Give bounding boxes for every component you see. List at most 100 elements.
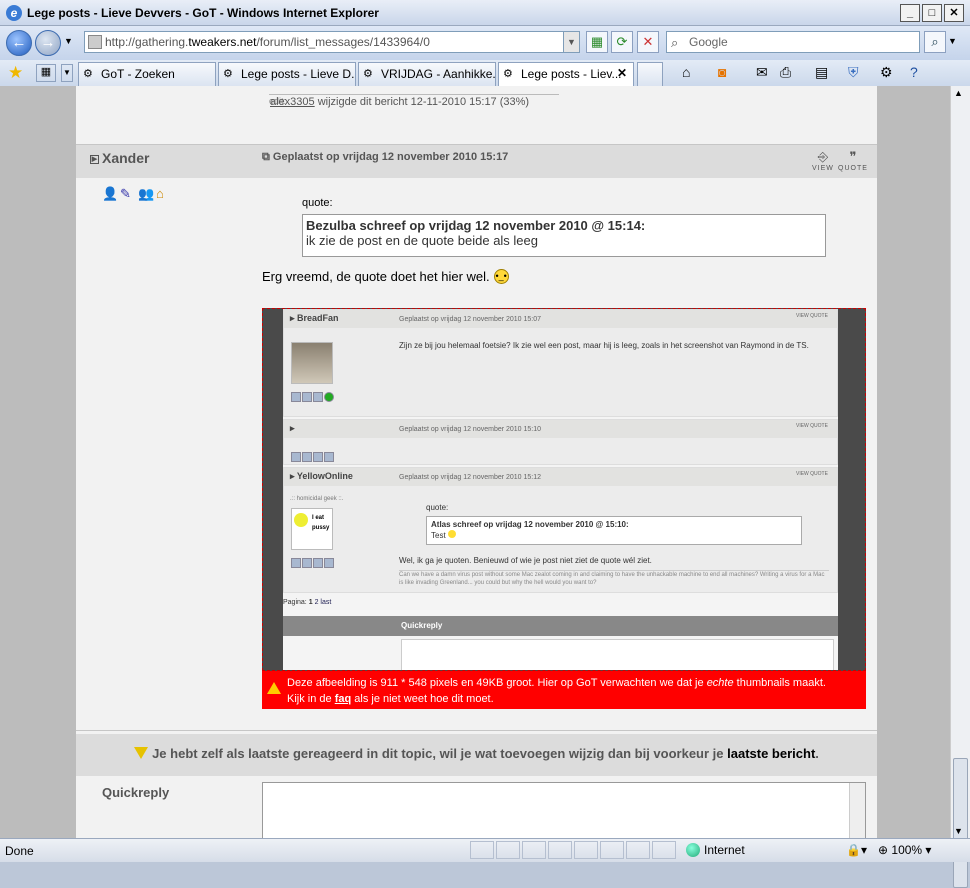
search-input[interactable]: ⌕ Google bbox=[666, 31, 920, 53]
embed-post-date: Geplaatst op vrijdag 12 november 2010 15… bbox=[399, 426, 542, 433]
warning-text-d: als je niet weet hoe dit moet. bbox=[351, 693, 494, 705]
page-icon bbox=[88, 35, 102, 49]
scroll-up-icon[interactable]: ▲ bbox=[954, 88, 963, 98]
message-icon[interactable]: ✎ bbox=[120, 186, 136, 202]
refresh-button[interactable]: ⟳ bbox=[611, 31, 633, 53]
search-options-icon[interactable]: ▼ bbox=[948, 36, 957, 46]
address-input[interactable]: http://gathering.tweakers.net/forum/list… bbox=[84, 31, 580, 53]
print-icon[interactable]: ⎙ bbox=[780, 64, 791, 81]
back-button[interactable]: ← bbox=[6, 30, 32, 56]
embed-tagline: .:: homicidal geek ::. bbox=[290, 496, 344, 502]
tools-icon[interactable]: ⚙ bbox=[880, 64, 893, 81]
embed-author: ▸ BreadFan bbox=[290, 313, 339, 323]
embed-post-body: Zijn ze bij jou helemaal foetsie? Ik zie… bbox=[399, 341, 809, 350]
profile-icon[interactable]: 👤 bbox=[102, 186, 118, 202]
faq-link[interactable]: faq bbox=[335, 693, 352, 705]
warning-emphasis: echte bbox=[706, 677, 734, 689]
buddy-icon[interactable]: 👥 bbox=[138, 186, 154, 202]
close-tab-icon[interactable]: ✕ bbox=[617, 66, 627, 80]
embed-quote-label: QUOTE bbox=[810, 313, 828, 319]
security-zone[interactable]: Internet bbox=[686, 843, 745, 857]
minimize-button[interactable]: _ bbox=[900, 4, 920, 22]
left-gutter bbox=[0, 86, 76, 838]
maximize-button[interactable]: □ bbox=[922, 4, 942, 22]
page-2: 2 bbox=[314, 599, 319, 606]
favorites-star-icon[interactable]: ★ bbox=[8, 63, 23, 83]
search-icon: ⌕ bbox=[671, 35, 679, 50]
quick-tabs-icon[interactable]: ▦ bbox=[36, 64, 56, 82]
avatar-text: I eat pussy bbox=[312, 515, 330, 531]
quickreply-textarea[interactable] bbox=[262, 782, 866, 838]
notice-warning-icon bbox=[134, 747, 149, 759]
tab-list-button[interactable]: ▼ bbox=[61, 64, 73, 82]
embed-post-body: Wel, ik ga je quoten. Benieuwd of wie je… bbox=[399, 556, 652, 565]
ie-logo-icon: e bbox=[6, 5, 22, 21]
last-post-link[interactable]: laatste bericht bbox=[727, 746, 815, 761]
post-date-text: Geplaatst op vrijdag 12 november 2010 15… bbox=[272, 151, 509, 163]
embed-view-quote: VIEW QUOTE bbox=[796, 424, 828, 429]
post-message: Erg vreemd, de quote doet het hier wel. •… bbox=[262, 269, 509, 284]
warning-text-c: Kijk in de bbox=[287, 693, 335, 705]
got-favicon-icon: ⚙ bbox=[363, 68, 373, 80]
page-scrollbar[interactable]: ▲ ▼ bbox=[950, 86, 970, 888]
home-icon[interactable]: ⌂ bbox=[682, 64, 690, 80]
page-menu-icon[interactable]: ▤ bbox=[815, 64, 828, 81]
rss-icon[interactable]: ◙ bbox=[718, 64, 726, 80]
tab-lege-posts-active[interactable]: ⚙ Lege posts - Liev... ✕ bbox=[498, 62, 634, 86]
embedded-screenshot[interactable]: ▸ BreadFan Geplaatst op vrijdag 12 novem… bbox=[262, 308, 866, 671]
read-mail-icon[interactable]: ✉ bbox=[756, 64, 768, 81]
embed-post-breadfan: ▸ BreadFan Geplaatst op vrijdag 12 novem… bbox=[283, 309, 838, 417]
embed-post-date: Geplaatst op vrijdag 12 november 2010 15… bbox=[399, 316, 542, 323]
scroll-down-icon[interactable]: ▼ bbox=[954, 826, 963, 836]
warning-line-1: Deze afbeelding is 911 * 548 pixels en 4… bbox=[287, 675, 866, 691]
tab-lege-posts-1[interactable]: ⚙ Lege posts - Lieve D... bbox=[218, 62, 356, 86]
embed-quickreply-area bbox=[401, 639, 834, 670]
scroll-thumb[interactable] bbox=[953, 758, 968, 888]
search-button[interactable]: ⌕ bbox=[924, 31, 946, 53]
quote-header: Bezulba schreef op vrijdag 12 november 2… bbox=[306, 218, 646, 233]
embed-author: ▸ YellowOnline bbox=[290, 471, 353, 481]
close-button[interactable]: ✕ bbox=[944, 4, 964, 22]
notice-text: Je hebt zelf als laatste gereageerd in d… bbox=[152, 746, 728, 761]
quote-button[interactable]: ❞ QUOTE bbox=[838, 149, 868, 172]
tab-bar: ★ ▦ ▼ ⚙ GoT - Zoeken ⚙ Lege posts - Lieve … bbox=[0, 60, 970, 86]
new-tab-button[interactable] bbox=[637, 62, 663, 86]
quote-icon: ❞ bbox=[849, 149, 857, 164]
url-path: /forum/list_messages/1433964/0 bbox=[256, 35, 430, 49]
homepage-icon[interactable]: ⌂ bbox=[156, 186, 172, 202]
url-prefix: http://gathering. bbox=[105, 35, 189, 49]
address-dropdown-button[interactable]: ▼ bbox=[563, 32, 579, 52]
tab-label: Lege posts - Liev... bbox=[521, 67, 622, 81]
embed-pagination: Pagina: 1 2 last bbox=[283, 597, 331, 608]
tab-got-zoeken[interactable]: ⚙ GoT - Zoeken bbox=[78, 62, 216, 86]
window-title-bar: e Lege posts - Lieve Devvers - GoT - Win… bbox=[0, 0, 970, 26]
embed-post-empty: ▸ Geplaatst op vrijdag 12 november 2010 … bbox=[283, 419, 838, 465]
embed-view-quote: VIEW QUOTE bbox=[796, 472, 828, 477]
quote-heading: quote: bbox=[302, 197, 333, 209]
forward-button[interactable]: → bbox=[35, 30, 61, 56]
view-button[interactable]: ⎆ VIEW bbox=[812, 149, 834, 172]
embed-author: ▸ bbox=[290, 423, 295, 433]
quote-body: ik zie de post en de quote beide als lee… bbox=[306, 233, 539, 248]
embed-view-label: VIEW bbox=[796, 423, 809, 429]
history-dropdown-icon[interactable]: ▼ bbox=[64, 36, 73, 46]
embed-post-yellowonline: ▸ YellowOnline Geplaatst op vrijdag 12 n… bbox=[283, 467, 838, 593]
textarea-scrollbar[interactable] bbox=[849, 783, 865, 838]
window-title: Lege posts - Lieve Devvers - GoT - Windo… bbox=[27, 6, 379, 20]
help-icon[interactable]: ? bbox=[910, 64, 918, 80]
warning-line-2: Kijk in de faq als je niet weet hoe dit … bbox=[287, 691, 866, 707]
post-author[interactable]: ▶ Xander bbox=[90, 150, 149, 166]
edit-user-link[interactable]: alex3305 bbox=[270, 96, 315, 108]
quote-box: Bezulba schreef op vrijdag 12 november 2… bbox=[302, 214, 826, 257]
protected-mode-icon[interactable]: 🔒▾ bbox=[846, 843, 867, 857]
tab-vrijdag[interactable]: ⚙ VRIJDAG - Aanhikke... bbox=[358, 62, 496, 86]
embed-quickreply-bar: Quickreply bbox=[283, 616, 838, 636]
embed-quote-label: QUOTE bbox=[810, 423, 828, 429]
zoom-control[interactable]: ⊕ 100% ▾ bbox=[878, 843, 931, 857]
warning-icon bbox=[267, 682, 281, 694]
safety-icon[interactable]: ⛨ bbox=[848, 64, 859, 81]
stop-button[interactable]: ✕ bbox=[637, 31, 659, 53]
embed-quote-box: Atlas schreef op vrijdag 12 november 201… bbox=[426, 516, 802, 545]
compat-view-button[interactable]: ▦ bbox=[586, 31, 608, 53]
embed-author-name: BreadFan bbox=[297, 313, 339, 323]
